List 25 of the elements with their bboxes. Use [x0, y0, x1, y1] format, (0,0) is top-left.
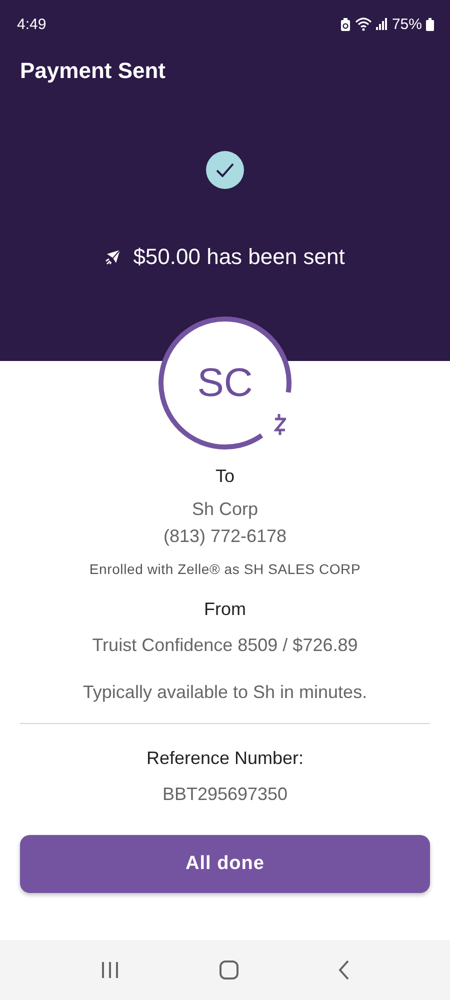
sent-message: $50.00 has been sent [133, 244, 345, 270]
all-done-button[interactable]: All done [20, 835, 430, 893]
recipient-phone: (813) 772-6178 [163, 526, 287, 547]
page-title: Payment Sent [19, 57, 166, 85]
recent-apps-icon[interactable] [100, 961, 120, 979]
sender-account: Truist Confidence 8509 / $726.89 [92, 635, 358, 656]
back-icon[interactable] [338, 960, 350, 980]
enrollment-note: Enrolled with Zelle® as SH SALES CORP [89, 561, 361, 577]
avatar-initials: SC [197, 360, 253, 406]
battery-saver-icon [340, 18, 351, 30]
battery-percentage: 75% [392, 16, 422, 32]
reference-number: BBT295697350 [162, 784, 288, 805]
from-label: From [204, 599, 246, 620]
wifi-icon [354, 17, 372, 31]
status-time: 4:49 [17, 16, 46, 32]
reference-label: Reference Number: [146, 748, 304, 769]
to-label: To [215, 466, 234, 487]
battery-icon [426, 18, 434, 30]
signal-icon [376, 18, 388, 30]
recipient-name: Sh Corp [192, 499, 258, 520]
home-icon[interactable] [218, 960, 239, 980]
z-logo-icon [274, 414, 286, 436]
checkmark-icon [206, 151, 244, 189]
paper-plane-icon [105, 249, 122, 265]
availability-note: Typically available to Sh in minutes. [82, 682, 368, 703]
